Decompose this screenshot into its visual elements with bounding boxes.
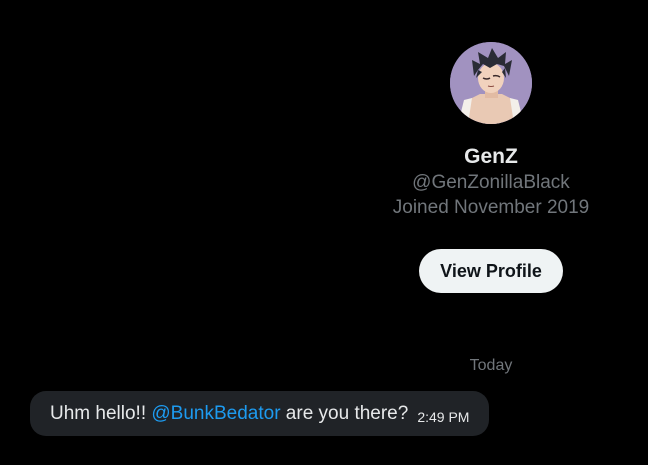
date-separator: Today bbox=[469, 357, 513, 374]
profile-handle: @GenZonillaBlack bbox=[412, 172, 570, 193]
message-text: Uhm hello!! @BunkBedator are you there? bbox=[50, 403, 408, 425]
profile-card: GenZ @GenZonillaBlack Joined November 20… bbox=[346, 42, 636, 293]
message-text-after: are you there? bbox=[280, 402, 409, 424]
profile-joined-date: Joined November 2019 bbox=[392, 197, 590, 218]
view-profile-button[interactable]: View Profile bbox=[419, 249, 563, 293]
avatar-illustration bbox=[450, 42, 532, 124]
message-bubble[interactable]: Uhm hello!! @BunkBedator are you there? … bbox=[30, 391, 490, 436]
message-text-before: Uhm hello!! bbox=[50, 402, 152, 424]
profile-display-name: GenZ bbox=[464, 145, 518, 168]
profile-avatar[interactable] bbox=[450, 42, 532, 124]
mention-link[interactable]: @BunkBedator bbox=[151, 403, 280, 424]
message-timestamp: 2:49 PM bbox=[417, 408, 470, 425]
